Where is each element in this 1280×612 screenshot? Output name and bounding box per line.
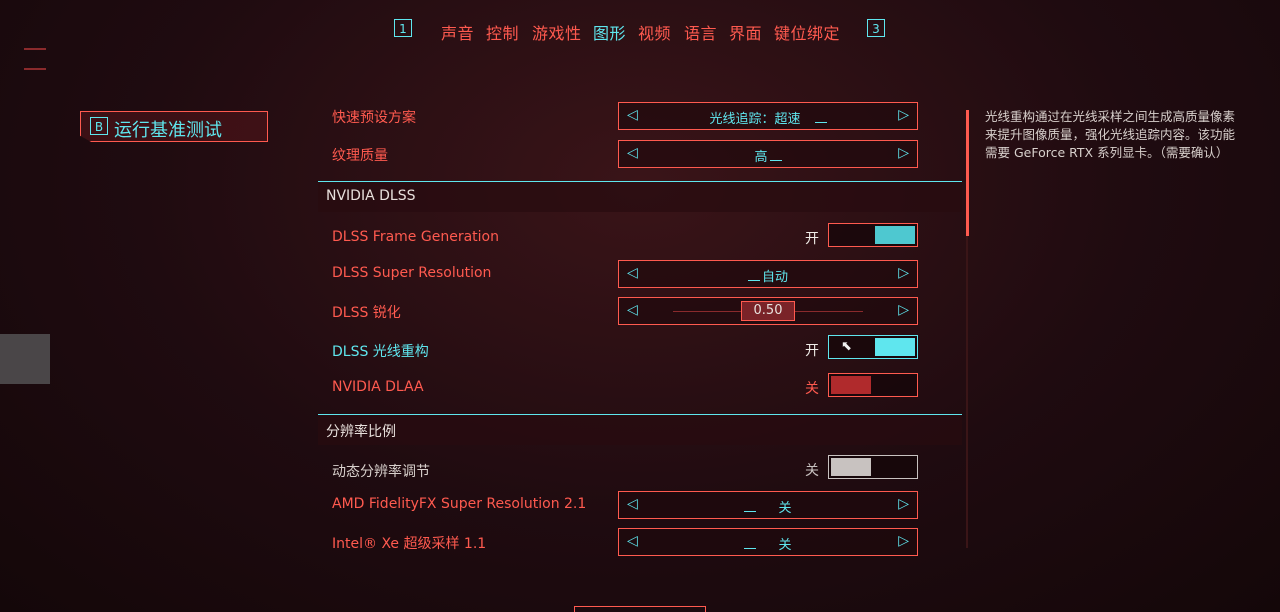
toggle-state-text: 开 (805, 343, 819, 359)
setting-label: 纹理质量 (332, 148, 388, 164)
setting-label: NVIDIA DLAA (332, 379, 424, 395)
tab-interface[interactable]: 界面 (729, 20, 762, 44)
settings-panel: 快速预设方案 ◁ 光线追踪：超速 ▷ 纹理质量 ◁ 高 ▷ NVIDIA DLS… (318, 100, 962, 556)
slider-handle[interactable]: 0.50 (741, 301, 795, 321)
arrow-right-icon[interactable]: ▷ (898, 496, 909, 512)
bottom-tab-decoration (574, 606, 706, 612)
dlss-sharpening-slider[interactable]: ◁ 0.50 ▷ (618, 297, 918, 325)
arrow-right-icon[interactable]: ▷ (898, 533, 909, 549)
arrow-right-icon[interactable]: ▷ (898, 145, 909, 161)
next-tab-key[interactable]: 3 (867, 19, 885, 37)
section-header-resolution-scaling: 分辨率比例 (318, 414, 962, 445)
setting-label: DLSS 光线重构 (332, 344, 429, 360)
intel-xess-selector[interactable]: ◁ 关 ▷ (618, 528, 918, 556)
setting-amd-fsr[interactable]: AMD FidelityFX Super Resolution 2.1 ◁ 关 … (318, 490, 962, 520)
prev-tab-key[interactable]: 1 (394, 19, 412, 37)
tab-controls[interactable]: 控制 (486, 20, 519, 44)
setting-label: DLSS Super Resolution (332, 265, 492, 281)
run-benchmark-button[interactable]: B 运行基准测试 (80, 111, 268, 142)
setting-label: Intel® Xe 超级采样 1.1 (332, 536, 487, 552)
selector-value: 高 (754, 150, 768, 165)
setting-label: 动态分辨率调节 (332, 464, 430, 480)
toggle-state-text: 关 (805, 463, 819, 479)
setting-dlss-sharpening[interactable]: DLSS 锐化 ◁ 0.50 ▷ (318, 296, 962, 326)
selector-value: 光线追踪：超速 (709, 112, 801, 127)
setting-label: DLSS Frame Generation (332, 229, 499, 245)
nvidia-dlaa-toggle[interactable] (828, 373, 918, 397)
setting-dlss-frame-generation[interactable]: DLSS Frame Generation 开 (318, 222, 962, 252)
tab-gameplay[interactable]: 游戏性 (532, 20, 582, 44)
quick-preset-selector[interactable]: ◁ 光线追踪：超速 ▷ (618, 102, 918, 130)
dynamic-resolution-toggle[interactable] (828, 455, 918, 479)
selector-value: 自动 (761, 270, 788, 285)
selector-value: 关 (778, 501, 792, 516)
dlss-frame-generation-toggle[interactable] (828, 223, 918, 247)
section-title: 分辨率比例 (326, 424, 396, 440)
setting-dlss-super-resolution[interactable]: DLSS Super Resolution ◁ 自动 ▷ (318, 259, 962, 289)
tab-keybindings[interactable]: 键位绑定 (774, 20, 840, 44)
tab-graphics[interactable]: 图形 (593, 20, 626, 44)
tab-language[interactable]: 语言 (684, 20, 717, 44)
section-header-dlss: NVIDIA DLSS (318, 181, 962, 212)
setting-quick-preset[interactable]: 快速预设方案 ◁ 光线追踪：超速 ▷ (318, 101, 962, 131)
arrow-right-icon[interactable]: ▷ (898, 107, 909, 123)
decorative-logo-icon (24, 48, 46, 70)
dlss-super-resolution-selector[interactable]: ◁ 自动 ▷ (618, 260, 918, 288)
texture-quality-selector[interactable]: ◁ 高 ▷ (618, 140, 918, 168)
setting-label: DLSS 锐化 (332, 305, 401, 321)
setting-label: 快速预设方案 (332, 110, 416, 126)
tab-video[interactable]: 视频 (638, 20, 671, 44)
setting-nvidia-dlaa[interactable]: NVIDIA DLAA 关 (318, 372, 962, 402)
setting-dlss-ray-reconstruction[interactable]: DLSS 光线重构 开 ⬉ (318, 334, 962, 364)
arrow-left-icon[interactable]: ◁ (627, 302, 638, 318)
amd-fsr-selector[interactable]: ◁ 关 ▷ (618, 491, 918, 519)
setting-dynamic-resolution[interactable]: 动态分辨率调节 关 (318, 454, 962, 484)
toggle-state-text: 关 (805, 381, 819, 397)
benchmark-label: 运行基准测试 (114, 120, 222, 141)
setting-texture-quality[interactable]: 纹理质量 ◁ 高 ▷ (318, 139, 962, 169)
dlss-ray-reconstruction-toggle[interactable]: ⬉ (828, 335, 918, 359)
selector-value: 关 (778, 538, 792, 553)
benchmark-key-hint: B (90, 117, 108, 135)
section-title: NVIDIA DLSS (326, 188, 416, 204)
setting-intel-xess[interactable]: Intel® Xe 超级采样 1.1 ◁ 关 ▷ (318, 527, 962, 557)
setting-label: AMD FidelityFX Super Resolution 2.1 (332, 496, 587, 512)
toggle-state-text: 开 (805, 231, 819, 247)
setting-description: 光线重构通过在光线采样之间生成高质量像素来提升图像质量，强化光线追踪内容。该功能… (985, 109, 1236, 160)
arrow-right-icon[interactable]: ▷ (898, 302, 909, 318)
scrollbar-thumb[interactable] (966, 110, 969, 236)
mouse-pointer-icon: ⬉ (841, 339, 852, 354)
tab-sound[interactable]: 声音 (441, 20, 474, 44)
arrow-right-icon[interactable]: ▷ (898, 265, 909, 281)
decorative-panel (0, 334, 50, 384)
